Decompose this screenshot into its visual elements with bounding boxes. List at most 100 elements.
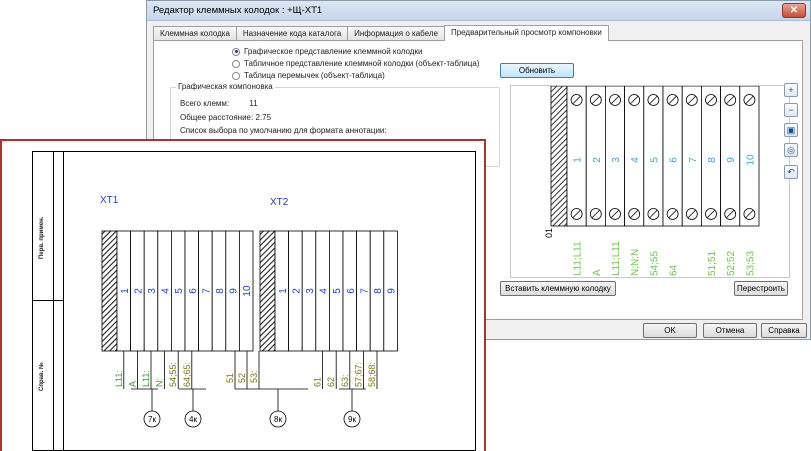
- cancel-button[interactable]: Отмена: [703, 323, 757, 338]
- preview-terminal: [605, 86, 626, 227]
- terminal-number: 7: [359, 288, 370, 294]
- close-button[interactable]: ✕: [782, 3, 806, 18]
- zoom-in-icon: +: [788, 85, 794, 95]
- terminal-number: 3: [147, 288, 158, 294]
- drawing-svg: XT1 XT2 1 2 3 4 5 6 7 8 9 10 1 2 3 4 5 6 7 8 9 L11: A L11: N:…: [100, 195, 398, 428]
- zoom-window-icon: ▣: [786, 125, 796, 135]
- preview-terminal-number: 7: [688, 157, 699, 163]
- tab-cable-info[interactable]: Информация о кабеле: [347, 26, 445, 41]
- preview-terminal: [662, 86, 683, 227]
- jumper-label: 53:: [249, 370, 259, 383]
- cable-markers: 7к 4к 8к 9к: [131, 388, 366, 428]
- total-terminals-value: 11: [249, 99, 258, 108]
- cable-marker-label: 8к: [274, 415, 282, 424]
- preview-terminal: [700, 86, 721, 227]
- rebuild-button[interactable]: Перестроить: [734, 281, 788, 296]
- zoom-extents-button[interactable]: ◎: [784, 143, 798, 157]
- preview-terminal: [585, 86, 606, 227]
- window-title: Редактор клеммных колодок : +Щ-XT1: [153, 5, 323, 16]
- preview-terminal-number: 5: [649, 157, 660, 163]
- block-end-plate: [101, 230, 118, 352]
- preview-wire-label: 51;51: [707, 251, 718, 276]
- wire-label: L11:: [141, 370, 151, 387]
- tab-layout-preview[interactable]: Предварительный просмотр компоновки: [443, 25, 609, 41]
- annotation-format-label: Список выбора по умолчанию для формата а…: [180, 126, 387, 135]
- terminal-number: 1: [278, 288, 289, 294]
- preview-terminal: [624, 86, 645, 227]
- zoom-out-button[interactable]: −: [784, 103, 798, 117]
- preview-terminal-number: 8: [707, 157, 718, 163]
- block-tag-xt2: XT2: [270, 197, 289, 208]
- total-distance-value: 2.75: [255, 113, 272, 122]
- option-table-label: Табличное представление клеммной колодки…: [244, 59, 480, 68]
- preview-terminal: [681, 86, 702, 227]
- cable-marker-label: 9к: [348, 415, 356, 424]
- tab-terminal-strip[interactable]: Клеммная колодка: [153, 26, 237, 41]
- preview-terminals: 1 2 3 4 5 6 7 8 9 10: [566, 86, 760, 227]
- preview-wire-label: 53;53: [745, 251, 756, 276]
- zoom-previous-button[interactable]: ↶: [784, 165, 798, 179]
- preview-terminal-number: 3: [611, 157, 622, 163]
- terminal-number: 10: [242, 285, 253, 297]
- total-terminals-label: Всего клемм:: [180, 99, 230, 108]
- radio-graphical[interactable]: [232, 47, 240, 56]
- preview-terminal-number: 4: [630, 157, 641, 163]
- title-bar: Редактор клеммных колодок : +Щ-XT1 ✕: [147, 1, 810, 21]
- preview-terminal: [720, 86, 741, 227]
- preview-terminal-number: 10: [745, 154, 756, 166]
- terminal-number: 4: [319, 288, 330, 294]
- refresh-button[interactable]: Обновить: [500, 63, 574, 78]
- option-jumper-table[interactable]: Таблица перемычек (объект-таблица): [232, 71, 385, 80]
- wire-labels: L11: A L11: N: 54;55: 64;65: 61 62 63: 57;67: 58;6…: [114, 351, 378, 389]
- terminal-number: 9: [229, 288, 240, 294]
- wire-label: 62: [326, 377, 336, 387]
- terminal-number: 2: [291, 288, 302, 294]
- zoom-in-button[interactable]: +: [784, 83, 798, 97]
- end-plate: [550, 86, 568, 227]
- preview-wire-label: L11;L11: [573, 241, 584, 276]
- tab-strip: Клеммная колодка Назначение кода каталог…: [153, 25, 609, 41]
- terminal-number: 4: [161, 288, 172, 294]
- total-terminals-row: Всего клемм: 11: [180, 99, 258, 108]
- total-distance-label: Общее расстояние:: [180, 113, 254, 122]
- wire-label: 54;55:: [168, 362, 178, 387]
- radio-table[interactable]: [232, 59, 240, 68]
- preview-wire-label: 64: [669, 264, 680, 276]
- jumper-label: 52: [237, 373, 247, 383]
- option-graphical-label: Графическое представление клеммной колод…: [244, 47, 423, 56]
- preview-wire-label: 52;52: [726, 251, 737, 276]
- zoom-window-button[interactable]: ▣: [784, 123, 798, 137]
- terminal-number: 8: [215, 288, 226, 294]
- preview-terminal-number: 6: [669, 157, 680, 163]
- close-icon: ✕: [789, 5, 799, 16]
- help-button[interactable]: Справка: [761, 323, 807, 338]
- group-title: Графическая компоновка: [176, 82, 275, 91]
- tab-catalog-assignment[interactable]: Назначение кода каталога: [235, 26, 349, 41]
- terminal-number: 9: [387, 288, 398, 294]
- terminal-number: 5: [332, 288, 343, 294]
- drawing-sheet: Перв. примен. Справ. № XT1 XT2 123456789…: [0, 139, 486, 451]
- insert-terminal-strip-button[interactable]: Вставить клеммную колодку: [500, 281, 616, 296]
- wire-label: L11:: [114, 370, 124, 387]
- terminal-blocks: 1 2 3 4 5 6 7 8 9 10 1 2 3 4 5 6 7 8 9: [101, 230, 398, 352]
- block-tag-xt1: XT1: [100, 195, 119, 206]
- zoom-out-icon: −: [788, 105, 794, 115]
- radio-jumper-table[interactable]: [232, 71, 240, 80]
- total-distance-row: Общее расстояние: 2.75: [180, 113, 271, 122]
- terminal-number: 6: [188, 288, 199, 294]
- terminal-number: 2: [133, 288, 144, 294]
- preview-header-label: 01: [544, 228, 554, 238]
- ok-button[interactable]: OK: [643, 323, 697, 338]
- zoom-previous-icon: ↶: [787, 167, 795, 177]
- terminal-number: 7: [201, 288, 212, 294]
- wire-label: 63:: [340, 374, 350, 387]
- preview-svg: 1 2 3 4 5 6 7 8 9 10 L11;L11 A L11;L11 N;N;N 54;55 64 5…: [544, 86, 760, 276]
- terminal-number: 5: [174, 288, 185, 294]
- cable-marker-label: 4к: [189, 415, 197, 424]
- option-graphical[interactable]: Графическое представление клеммной колод…: [232, 47, 422, 56]
- layout-preview-canvas[interactable]: 1 2 3 4 5 6 7 8 9 10 L11;L11 A L11;L11 N;N;N 54;55 64 5…: [510, 85, 790, 278]
- option-table[interactable]: Табличное представление клеммной колодки…: [232, 59, 479, 68]
- wire-label: N:: [155, 378, 165, 387]
- preview-terminal-number: 9: [726, 157, 737, 163]
- terminal-number: 6: [346, 288, 357, 294]
